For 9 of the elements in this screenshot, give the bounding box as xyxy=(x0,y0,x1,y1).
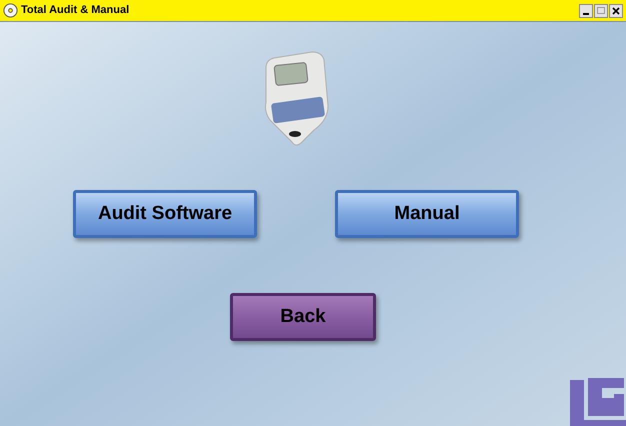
disc-icon xyxy=(3,3,18,18)
window-title: Total Audit & Manual xyxy=(21,3,130,18)
close-button[interactable] xyxy=(609,4,623,18)
menu-button[interactable]: Audit Software xyxy=(73,190,257,238)
close-icon xyxy=(612,6,620,14)
minimize-button[interactable] xyxy=(579,4,593,18)
logo-icon xyxy=(568,376,626,426)
menu-button[interactable]: Manual xyxy=(335,190,519,238)
menu-button[interactable]: Back xyxy=(230,293,376,341)
